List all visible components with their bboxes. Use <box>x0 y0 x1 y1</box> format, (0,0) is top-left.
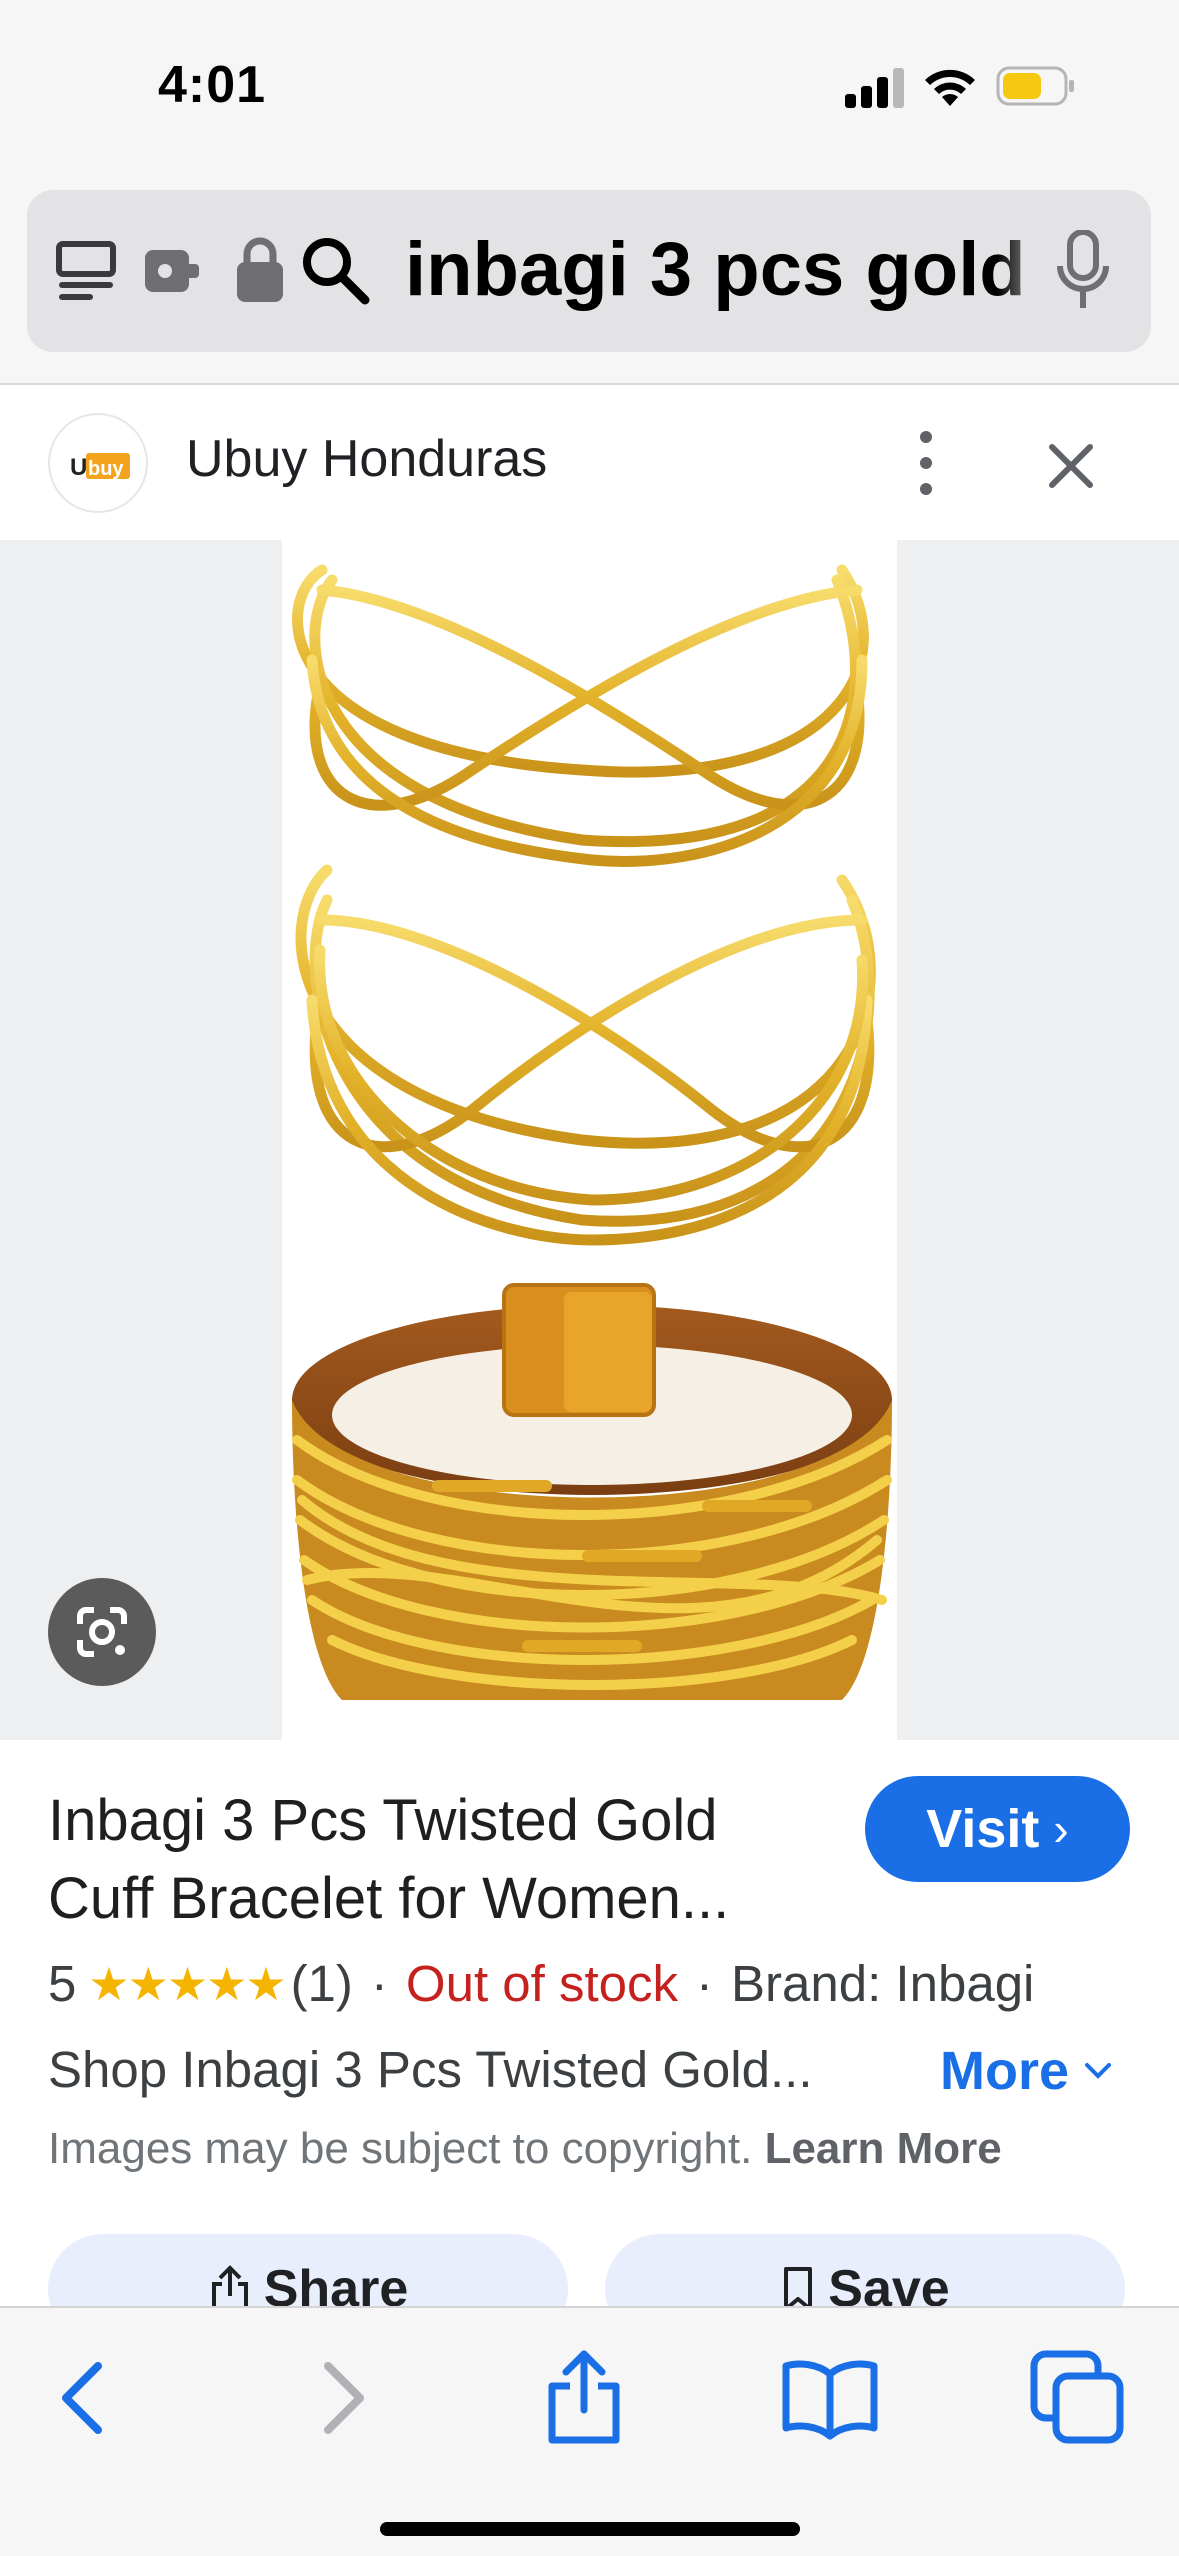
share-icon[interactable] <box>534 2348 634 2448</box>
product-description: Shop Inbagi 3 Pcs Twisted Gold... <box>48 2041 813 2098</box>
stock-status: Out of stock <box>405 1955 679 2012</box>
reader-icon[interactable] <box>55 238 117 304</box>
product-title-line2: Cuff Bracelet for Women... <box>48 1866 730 1931</box>
address-fade <box>997 220 1057 320</box>
home-indicator <box>380 2522 800 2536</box>
site-name[interactable]: Ubuy Honduras <box>186 429 547 489</box>
close-icon[interactable] <box>1036 431 1106 501</box>
extension-icon[interactable] <box>141 242 203 300</box>
separator: · <box>370 1955 388 2012</box>
address-text[interactable]: inbagi 3 pcs gold <box>405 228 1047 312</box>
learn-more-link[interactable]: Learn More <box>765 2124 1002 2173</box>
more-options-icon[interactable] <box>900 423 952 503</box>
rating-count: (1) <box>290 1955 353 2012</box>
bottom-toolbar <box>0 2306 1179 2556</box>
more-button[interactable]: More <box>940 2040 1113 2102</box>
image-area <box>0 540 1179 1740</box>
svg-text:buy: buy <box>88 458 124 480</box>
google-lens-button[interactable] <box>48 1578 156 1686</box>
visit-label: Visit <box>926 1799 1040 1859</box>
more-label: More <box>940 2041 1070 2101</box>
copyright-notice: Images may be subject to copyright. Lear… <box>48 2124 1002 2174</box>
cellular-signal-icon <box>845 68 905 108</box>
ubuy-logo-icon: U buy <box>70 453 130 481</box>
product-title-line1: Inbagi 3 Pcs Twisted Gold <box>48 1788 718 1853</box>
microphone-icon[interactable] <box>1055 230 1111 312</box>
bookmarks-icon[interactable] <box>780 2348 880 2448</box>
product-title[interactable]: Inbagi 3 Pcs Twisted Gold Cuff Bracelet … <box>48 1782 828 1938</box>
copyright-text: Images may be subject to copyright. <box>48 2124 753 2173</box>
visit-button[interactable]: Visit › <box>865 1776 1130 1882</box>
brand-text: Brand: Inbagi <box>731 1955 1035 2012</box>
lock-icon <box>237 237 283 302</box>
search-icon <box>303 238 370 305</box>
back-arrow-icon[interactable] <box>36 2348 136 2448</box>
chevron-down-icon <box>1085 2063 1112 2079</box>
product-image[interactable] <box>282 540 897 1740</box>
status-time: 4:01 <box>158 56 267 114</box>
site-logo: U buy <box>48 413 148 513</box>
site-header: U buy Ubuy Honduras <box>0 385 1179 540</box>
battery-icon <box>996 66 1074 106</box>
chevron-right-icon: › <box>1053 1803 1069 1855</box>
rating-value: 5 <box>48 1955 77 2012</box>
wifi-icon <box>925 69 975 106</box>
address-bar[interactable]: inbagi 3 pcs gold <box>27 190 1151 352</box>
status-bar: 4:01 <box>0 0 1179 170</box>
separator: · <box>696 1955 713 2012</box>
product-details: Inbagi 3 Pcs Twisted Gold Cuff Bracelet … <box>0 1740 1179 2344</box>
rating-stars: ★★★★★ <box>88 1957 286 2010</box>
google-lens-icon <box>77 1607 127 1657</box>
rating-row: 5 ★★★★★ (1) · Out of stock · Brand: Inba… <box>48 1954 1034 2013</box>
bracelets-illustration <box>292 564 892 1700</box>
tabs-icon[interactable] <box>1028 2348 1128 2448</box>
svg-text:U: U <box>70 454 87 481</box>
forward-arrow-icon[interactable] <box>290 2348 390 2448</box>
